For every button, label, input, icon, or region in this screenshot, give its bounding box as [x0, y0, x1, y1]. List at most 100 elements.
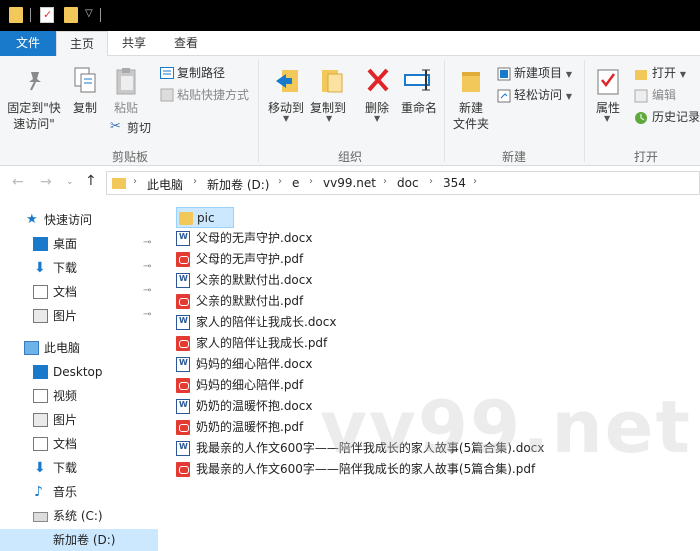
- ribbon-tabs: 文件 主页 共享 查看: [0, 31, 700, 57]
- breadcrumb-vv99[interactable]: vv99.net: [323, 176, 376, 190]
- paste-button[interactable]: 粘贴: [108, 100, 144, 116]
- chevron-right-icon: ›: [429, 176, 433, 187]
- new-folder-icon: [460, 68, 482, 94]
- new-item-button[interactable]: 新建项目 ▼: [514, 65, 572, 83]
- nav-item-documents[interactable]: 文档 ⊸: [0, 281, 158, 303]
- file-name: 父亲的默默付出.pdf: [196, 294, 304, 308]
- properties-quick-icon[interactable]: ✓: [40, 7, 54, 23]
- edit-icon: [634, 89, 648, 103]
- back-arrow-icon[interactable]: ←: [12, 174, 24, 190]
- navigation-pane: ★ 快速访问 桌面 ⊸ ⬇ 下载 ⊸ 文档 ⊸ 图片 ⊸ 此电脑 Desktop…: [0, 200, 158, 551]
- chevron-down-icon: ▼: [604, 114, 611, 123]
- pin-icon: ⊸: [143, 237, 152, 248]
- breadcrumb-e[interactable]: e: [292, 176, 299, 190]
- file-name: 父亲的默默付出.docx: [196, 273, 313, 287]
- open-button[interactable]: 打开 ▼: [652, 65, 686, 83]
- new-folder-quick-icon[interactable]: [64, 7, 78, 23]
- chevron-right-icon: ›: [473, 176, 477, 187]
- download-arrow-icon: ⬇: [34, 260, 46, 276]
- star-icon: ★: [26, 212, 38, 227]
- breadcrumb-doc[interactable]: doc: [397, 176, 419, 190]
- nav-item-downloads[interactable]: ⬇ 下载 ⊸: [0, 257, 158, 279]
- nav-item-drive-c[interactable]: 系统 (C:): [0, 505, 158, 527]
- pin-icon: ⊸: [143, 309, 152, 320]
- word-file-icon: [176, 231, 190, 246]
- folder-row[interactable]: pic: [176, 207, 234, 228]
- copy-to-icon: [318, 66, 346, 96]
- word-file-icon: [176, 399, 190, 414]
- chevron-right-icon: ›: [278, 176, 282, 187]
- breadcrumb-drive-d[interactable]: 新加卷 (D:): [207, 176, 269, 193]
- breadcrumb-this-pc[interactable]: 此电脑: [147, 176, 183, 193]
- nav-item-downloads-pc[interactable]: ⬇ 下载: [0, 457, 158, 479]
- tab-home[interactable]: 主页: [56, 31, 108, 57]
- history-button[interactable]: 历史记录: [652, 109, 700, 125]
- nav-item-pictures[interactable]: 图片 ⊸: [0, 305, 158, 327]
- nav-item-desktop[interactable]: 桌面 ⊸: [0, 233, 158, 255]
- file-name: 妈妈的细心陪伴.pdf: [196, 378, 304, 392]
- nav-quick-access[interactable]: ★ 快速访问: [0, 209, 158, 231]
- recent-locations-chevron-icon[interactable]: ⌄: [66, 177, 74, 187]
- new-folder-label-line1: 新建: [458, 101, 483, 115]
- new-folder-button[interactable]: 新建 文件夹: [448, 100, 494, 132]
- rename-button[interactable]: 重命名: [398, 100, 440, 116]
- copy-button[interactable]: 复制: [68, 100, 102, 116]
- nav-item-label: 系统 (C:): [53, 509, 103, 523]
- new-folder-label-line2: 文件夹: [452, 117, 489, 131]
- delete-icon: [365, 66, 391, 94]
- pin-label-line2: 速访问": [13, 117, 55, 131]
- ribbon: 固定到"快 速访问" 复制 粘贴 复制路径 粘贴快捷方式 ✂ 剪切 剪贴板 移动…: [0, 56, 700, 166]
- file-name: 家人的陪伴让我成长.docx: [196, 315, 337, 329]
- easy-access-label: 轻松访问: [514, 88, 563, 102]
- paste-shortcut-button[interactable]: 粘贴快捷方式: [177, 87, 249, 103]
- tab-share[interactable]: 共享: [112, 31, 156, 56]
- pictures-icon: [33, 309, 48, 323]
- history-icon: [634, 111, 648, 125]
- cut-button[interactable]: 剪切: [127, 120, 151, 136]
- move-to-icon: [274, 66, 302, 96]
- pin-icon: ⊸: [143, 285, 152, 296]
- breadcrumb-354[interactable]: 354: [443, 176, 466, 190]
- nav-item-label: Desktop: [53, 365, 103, 379]
- pin-label-line1: 固定到"快: [7, 101, 61, 115]
- nav-item-music[interactable]: ♪ 音乐: [0, 481, 158, 503]
- address-bar: ← → ⌄ ↑ › 此电脑 › 新加卷 (D:) › e › vv99.net …: [0, 166, 700, 200]
- word-file-icon: [176, 357, 190, 372]
- divider: [100, 8, 101, 22]
- edit-button[interactable]: 编辑: [652, 87, 676, 103]
- divider: [584, 60, 585, 162]
- watermark: vv99.net: [320, 385, 692, 469]
- nav-item-label: 图片: [53, 413, 78, 427]
- open-group-label: 打开: [633, 150, 658, 164]
- copy-path-button[interactable]: 复制路径: [177, 65, 225, 81]
- nav-item-label: 音乐: [53, 485, 78, 499]
- nav-this-pc[interactable]: 此电脑: [0, 337, 158, 359]
- customize-toolbar-icon[interactable]: ▽: [85, 8, 93, 19]
- forward-arrow-icon[interactable]: →: [40, 174, 52, 190]
- easy-access-button[interactable]: 轻松访问 ▼: [514, 87, 572, 105]
- pin-to-quick-access-button[interactable]: 固定到"快 速访问": [4, 100, 64, 132]
- file-name: 父母的无声守护.pdf: [196, 252, 304, 266]
- chevron-right-icon: ›: [133, 176, 137, 187]
- nav-item-label: 桌面: [53, 237, 78, 251]
- nav-item-videos[interactable]: 视频: [0, 385, 158, 407]
- file-list: pic 父母的无声守护.docx 父母的无声守护.pdf 父亲的默默付出.docx 父亲…: [158, 200, 700, 540]
- tab-view[interactable]: 查看: [164, 31, 208, 56]
- nav-item-desktop-pc[interactable]: Desktop: [0, 361, 158, 383]
- address-path[interactable]: › 此电脑 › 新加卷 (D:) › e › vv99.net › doc › …: [106, 171, 700, 195]
- nav-item-label: 下载: [53, 461, 78, 475]
- copy-path-icon: [160, 67, 174, 79]
- up-arrow-icon[interactable]: ↑: [85, 173, 97, 189]
- nav-item-drive-d[interactable]: 新加卷 (D:): [0, 529, 158, 551]
- nav-item-pictures-pc[interactable]: 图片: [0, 409, 158, 431]
- nav-item-documents-pc[interactable]: 文档: [0, 433, 158, 455]
- new-group-label: 新建: [501, 150, 526, 164]
- folder-icon: [9, 7, 23, 23]
- drive-icon: [33, 512, 48, 522]
- nav-item-label: 视频: [53, 389, 78, 403]
- file-name: 妈妈的细心陪伴.docx: [196, 357, 313, 371]
- tab-file[interactable]: 文件: [0, 31, 56, 56]
- desktop-icon: [33, 237, 48, 251]
- computer-icon: [24, 341, 39, 355]
- documents-icon: [33, 285, 48, 299]
